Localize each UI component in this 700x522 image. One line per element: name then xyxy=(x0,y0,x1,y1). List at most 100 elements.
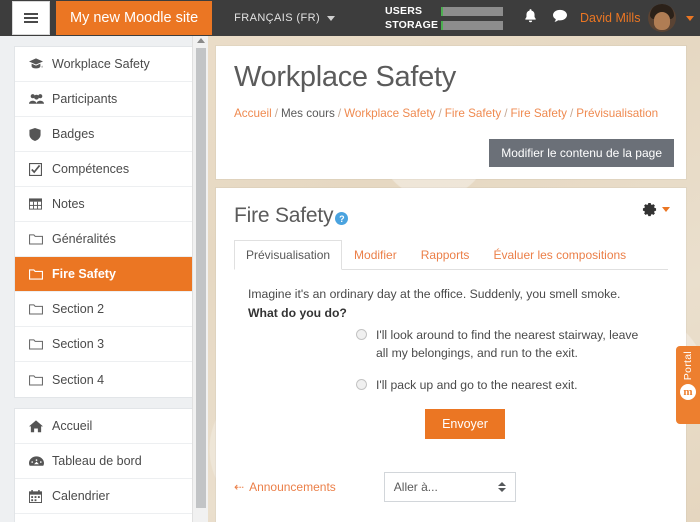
sidebar-item-label: Tableau de bord xyxy=(52,454,142,468)
radio-button-option-1[interactable] xyxy=(356,328,367,340)
folder-icon xyxy=(29,338,49,350)
activity-card: Fire Safety ? Prévisualisation Modifier … xyxy=(216,188,686,522)
folder-icon xyxy=(29,268,49,280)
sidebar-item-fire-safety[interactable]: Fire Safety xyxy=(15,257,195,292)
graduation-cap-icon xyxy=(29,58,49,70)
sidebar-item-label: Section 3 xyxy=(52,337,105,351)
breadcrumb-item-accueil[interactable]: Accueil xyxy=(234,107,272,120)
help-icon[interactable]: ? xyxy=(335,212,349,225)
gear-icon[interactable] xyxy=(642,202,657,217)
submit-button[interactable]: Envoyer xyxy=(425,408,505,439)
home-icon xyxy=(29,419,49,433)
avatar-face xyxy=(654,12,671,30)
moodle-logo-icon: m xyxy=(680,384,696,401)
breadcrumb-separator: / xyxy=(274,106,278,120)
sidebar-scrollbar[interactable] xyxy=(192,36,208,522)
breadcrumb-item-mes-cours[interactable]: Mes cours xyxy=(281,107,335,120)
usage-meters: USERS STORAGE xyxy=(385,5,504,31)
sidebar-item-label: Section 2 xyxy=(52,302,105,316)
course-sidebar: Workplace Safety Participants Badges Com… xyxy=(0,36,208,522)
breadcrumb-item-workplace-safety[interactable]: Workplace Safety xyxy=(344,107,435,120)
sidebar-item-label: Généralités xyxy=(52,232,116,246)
answer-option[interactable]: I'll look around to find the nearest sta… xyxy=(356,326,668,363)
users-meter-label: USERS xyxy=(385,5,423,17)
previous-activity-label: Announcements xyxy=(249,480,336,494)
scrollbar-thumb[interactable] xyxy=(196,48,206,508)
main-content: Workplace Safety Accueil / Mes cours / Workp… xyxy=(216,36,690,522)
sidebar-item-section-3[interactable]: Section 3 xyxy=(15,327,195,362)
question-intro-text: Imagine it's an ordinary day at the offi… xyxy=(248,287,621,301)
dashboard-icon xyxy=(29,455,49,467)
tab-previsualisation[interactable]: Prévisualisation xyxy=(234,240,343,270)
language-selector[interactable]: FRANÇAIS (FR) xyxy=(234,12,336,24)
portal-side-tab[interactable]: Portal m xyxy=(676,346,700,424)
sidebar-item-label: Participants xyxy=(52,92,118,106)
submit-row: Envoyer xyxy=(248,408,668,439)
select-stepper-icon xyxy=(497,482,506,492)
answer-option[interactable]: I'll pack up and go to the nearest exit. xyxy=(356,376,668,394)
previous-activity-link[interactable]: ⇠ Announcements xyxy=(234,480,336,494)
jump-to-value: Aller à... xyxy=(393,480,438,494)
shield-icon xyxy=(29,127,49,141)
sidebar-item-section-4[interactable]: Section 4 xyxy=(15,362,195,397)
storage-meter-bar xyxy=(441,20,504,30)
sidebar-item-calendrier[interactable]: Calendrier xyxy=(15,479,195,514)
sidebar-item-generalites[interactable]: Généralités xyxy=(15,222,195,257)
sidebar-item-label: Accueil xyxy=(52,419,93,433)
sidebar-item-label: Compétences xyxy=(52,162,130,176)
top-navbar: My new Moodle site FRANÇAIS (FR) USERS S… xyxy=(0,0,700,36)
folder-icon xyxy=(29,303,49,315)
avatar[interactable] xyxy=(648,4,677,32)
activity-title-row: Fire Safety ? xyxy=(234,204,668,228)
sidebar-item-label: Fire Safety xyxy=(52,267,116,281)
activity-title: Fire Safety xyxy=(234,204,334,227)
jump-to-select[interactable]: Aller à... xyxy=(383,472,516,502)
sidebar-group-site: Accueil Tableau de bord Calendrier Fichi… xyxy=(14,408,196,522)
storage-meter-row: STORAGE xyxy=(385,19,504,31)
site-title-link[interactable]: My new Moodle site xyxy=(56,1,213,35)
tab-modifier[interactable]: Modifier xyxy=(342,240,409,270)
settings-menu[interactable] xyxy=(642,202,670,217)
breadcrumb-item-fire-safety-section[interactable]: Fire Safety xyxy=(445,107,502,120)
edit-page-content-button[interactable]: Modifier le contenu de la page xyxy=(489,139,674,167)
page-header-card: Workplace Safety Accueil / Mes cours / Workp… xyxy=(216,46,686,179)
sidebar-item-workplace-safety[interactable]: Workplace Safety xyxy=(15,47,195,82)
sidebar-item-participants[interactable]: Participants xyxy=(15,82,195,117)
sidebar-item-competences[interactable]: Compétences xyxy=(15,152,195,187)
user-menu-chevron-down-icon[interactable] xyxy=(686,15,695,21)
breadcrumb-separator: / xyxy=(570,106,574,120)
tab-rapports[interactable]: Rapports xyxy=(409,240,482,270)
sidebar-item-section-2[interactable]: Section 2 xyxy=(15,292,195,327)
sidebar-item-badges[interactable]: Badges xyxy=(15,117,195,152)
scroll-up-arrow-icon[interactable] xyxy=(197,38,205,43)
message-bubble-icon[interactable] xyxy=(552,9,568,28)
radio-button-option-2[interactable] xyxy=(356,379,367,391)
users-meter-bar xyxy=(441,6,504,16)
user-name-link[interactable]: David Mills xyxy=(580,11,640,25)
breadcrumb-item-fire-safety-activity[interactable]: Fire Safety xyxy=(511,107,568,120)
portal-tab-label: Portal xyxy=(682,351,694,381)
bell-icon[interactable] xyxy=(523,8,538,29)
arrow-left-icon: ⇠ xyxy=(234,480,245,494)
page-title: Workplace Safety xyxy=(234,61,456,93)
question-prompt-text: What do you do? xyxy=(248,305,347,320)
hamburger-bars xyxy=(24,11,38,25)
breadcrumb-item-previsualisation[interactable]: Prévisualisation xyxy=(576,107,658,120)
tab-evaluer-les-compositions[interactable]: Évaluer les compositions xyxy=(481,240,638,270)
page-body: Workplace Safety Participants Badges Com… xyxy=(0,36,700,522)
sidebar-item-notes[interactable]: Notes xyxy=(15,187,195,222)
sidebar-item-fichiers-personnels[interactable]: Fichiers personnels xyxy=(15,514,195,522)
sidebar-item-accueil[interactable]: Accueil xyxy=(15,409,195,444)
question-area: Imagine it's an ordinary day at the offi… xyxy=(234,286,668,439)
users-meter-row: USERS xyxy=(385,5,504,17)
sidebar-item-label: Notes xyxy=(52,197,85,211)
answer-option-label: I'll pack up and go to the nearest exit. xyxy=(376,378,578,393)
folder-icon xyxy=(29,233,49,245)
sidebar-item-tableau-de-bord[interactable]: Tableau de bord xyxy=(15,444,195,479)
activity-tabs: Prévisualisation Modifier Rapports Évalu… xyxy=(234,240,668,270)
hamburger-menu-icon[interactable] xyxy=(12,1,50,35)
settings-chevron-down-icon[interactable] xyxy=(662,207,670,212)
breadcrumb-separator: / xyxy=(438,106,442,120)
sidebar-item-label: Badges xyxy=(52,127,95,141)
breadcrumb-separator: / xyxy=(504,106,508,120)
